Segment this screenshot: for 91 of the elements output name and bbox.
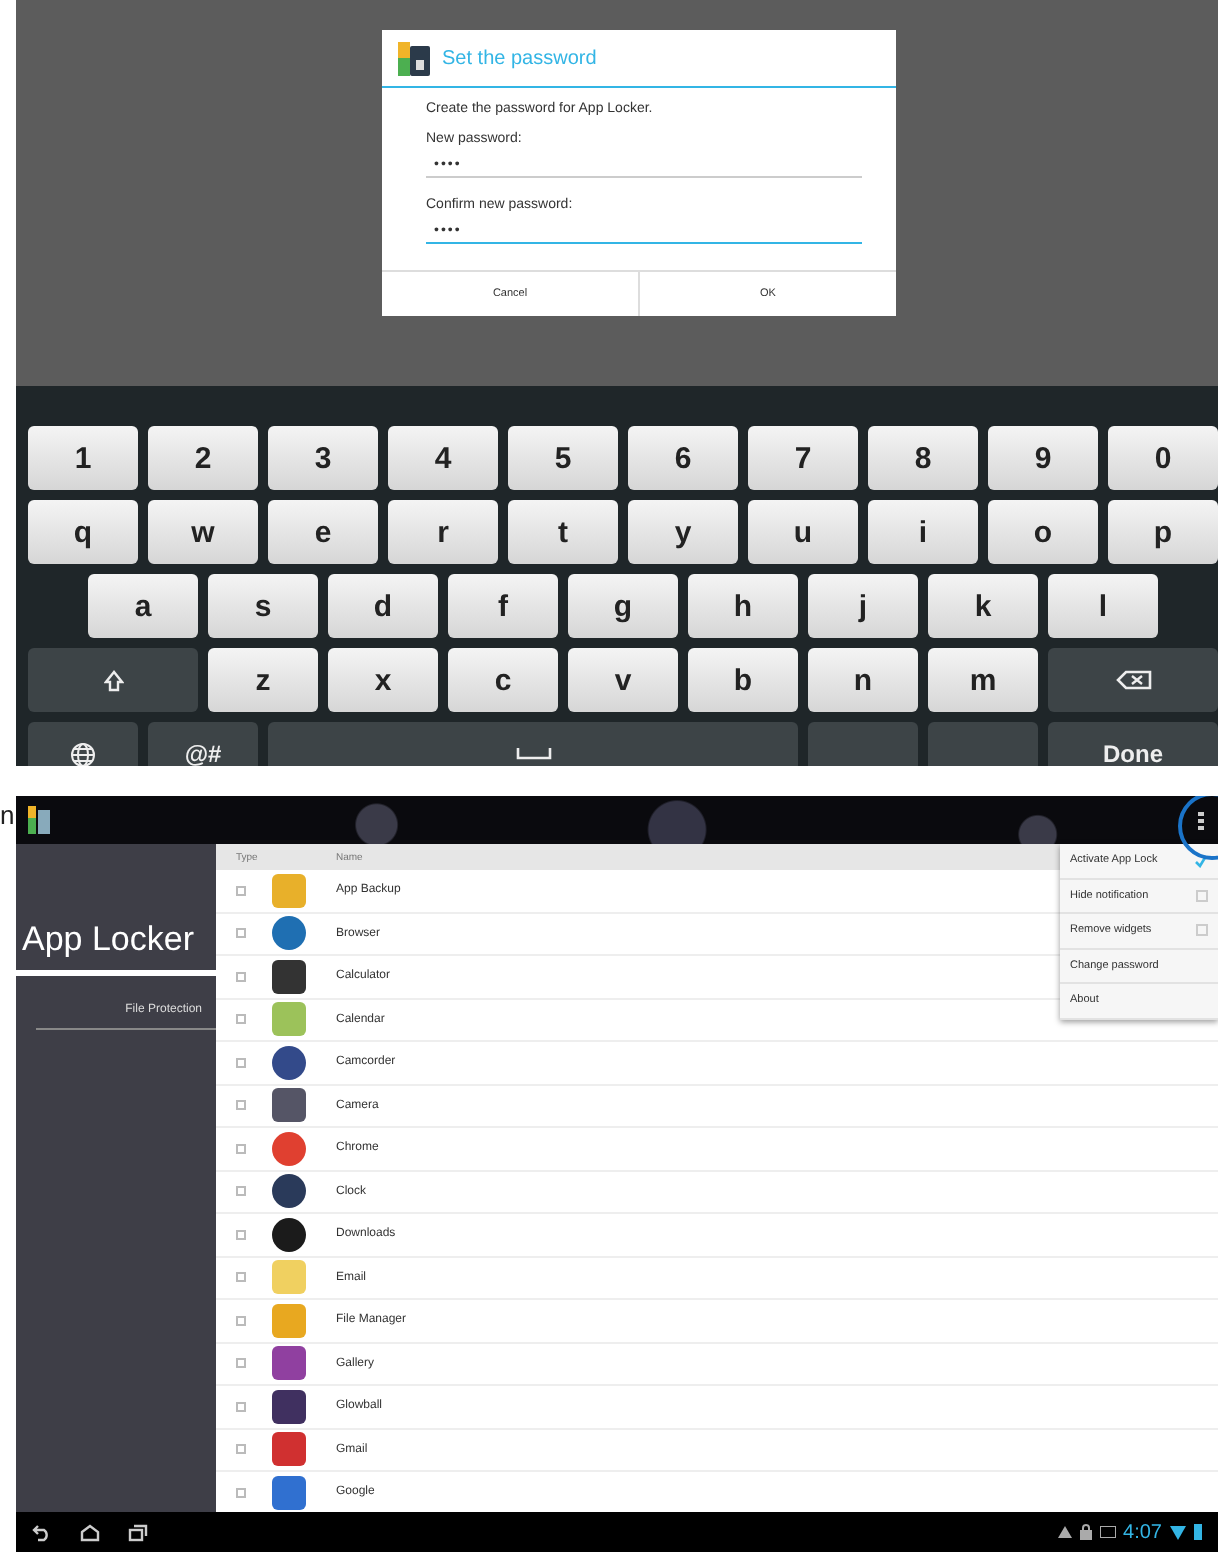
checkbox[interactable] bbox=[1196, 924, 1208, 937]
battery-icon bbox=[1194, 1524, 1202, 1540]
key[interactable]: d bbox=[328, 574, 438, 638]
image-icon bbox=[1099, 1526, 1116, 1538]
checkbox[interactable] bbox=[1196, 889, 1208, 902]
app-icon bbox=[272, 1131, 306, 1166]
wifi-icon bbox=[1170, 1525, 1186, 1539]
key[interactable]: t bbox=[508, 500, 618, 564]
app-title: App Locker bbox=[16, 920, 216, 976]
app-icon bbox=[272, 1088, 306, 1123]
key[interactable]: k bbox=[928, 574, 1038, 638]
key[interactable]: h bbox=[688, 574, 798, 638]
key[interactable]: 8 bbox=[868, 426, 978, 490]
app-icon bbox=[272, 1045, 306, 1080]
key[interactable]: 0 bbox=[1108, 426, 1218, 490]
key[interactable]: g bbox=[568, 574, 678, 638]
checkbox[interactable] bbox=[236, 1229, 246, 1240]
key[interactable]: b bbox=[688, 648, 798, 712]
key[interactable]: l bbox=[1048, 574, 1158, 638]
app-icon bbox=[272, 959, 306, 994]
key[interactable]: x bbox=[328, 648, 438, 712]
back-icon[interactable] bbox=[32, 1523, 52, 1541]
warning-icon bbox=[1057, 1526, 1072, 1538]
key[interactable]: 2 bbox=[148, 426, 258, 490]
app-icon bbox=[272, 916, 306, 951]
key[interactable]: p bbox=[1108, 500, 1218, 564]
globe-icon bbox=[70, 741, 96, 766]
symbols-key[interactable]: @# bbox=[148, 722, 258, 766]
checkbox[interactable] bbox=[236, 1401, 246, 1412]
key[interactable]: 4 bbox=[388, 426, 498, 490]
key[interactable]: 7 bbox=[748, 426, 858, 490]
key[interactable]: q bbox=[28, 500, 138, 564]
key[interactable]: n bbox=[808, 648, 918, 712]
app-icon bbox=[272, 1217, 306, 1252]
checkbox[interactable] bbox=[236, 1014, 246, 1025]
key[interactable]: 3 bbox=[268, 426, 378, 490]
key[interactable]: y bbox=[628, 500, 738, 564]
key[interactable]: 9 bbox=[988, 426, 1098, 490]
checkbox[interactable] bbox=[236, 1358, 246, 1369]
checkbox[interactable] bbox=[236, 1057, 246, 1068]
backspace-key[interactable] bbox=[1048, 648, 1218, 712]
checkbox[interactable] bbox=[236, 1100, 246, 1111]
key[interactable]: e bbox=[268, 500, 378, 564]
backspace-icon bbox=[1115, 670, 1151, 690]
key[interactable]: v bbox=[568, 648, 678, 712]
key[interactable]: u bbox=[748, 500, 858, 564]
checkbox[interactable] bbox=[236, 1143, 246, 1154]
key[interactable]: c bbox=[448, 648, 558, 712]
key[interactable]: f bbox=[448, 574, 558, 638]
app-icon bbox=[272, 1174, 306, 1209]
clock-time: 4:07 bbox=[1123, 1521, 1162, 1543]
app-icon bbox=[272, 1346, 306, 1381]
app-icon bbox=[272, 1260, 306, 1295]
checkbox[interactable] bbox=[236, 971, 246, 982]
app-icon bbox=[272, 1475, 306, 1510]
key[interactable]: i bbox=[868, 500, 978, 564]
app-icon bbox=[272, 1432, 306, 1467]
lock-icon bbox=[1079, 1524, 1092, 1540]
key[interactable]: j bbox=[808, 574, 918, 638]
shift-key[interactable] bbox=[28, 648, 198, 712]
app-icon bbox=[272, 873, 306, 908]
key[interactable]: o bbox=[988, 500, 1098, 564]
checkbox[interactable] bbox=[236, 1487, 246, 1498]
checkmark-icon[interactable] bbox=[1194, 853, 1208, 868]
key[interactable]: 5 bbox=[508, 426, 618, 490]
checkbox[interactable] bbox=[236, 885, 246, 896]
done-key[interactable]: Done bbox=[1048, 722, 1218, 766]
checkbox[interactable] bbox=[236, 1272, 246, 1283]
checkbox[interactable] bbox=[236, 1186, 246, 1197]
dialog-title: Set the password bbox=[442, 48, 597, 70]
key[interactable]: 6 bbox=[628, 426, 738, 490]
key[interactable]: w bbox=[148, 500, 258, 564]
checkbox[interactable] bbox=[236, 1444, 246, 1455]
key[interactable]: z bbox=[208, 648, 318, 712]
key[interactable]: a bbox=[88, 574, 198, 638]
overflow-menu-icon[interactable] bbox=[1196, 811, 1206, 829]
key[interactable]: s bbox=[208, 574, 318, 638]
app-icon bbox=[272, 1303, 306, 1338]
app-icon bbox=[28, 806, 50, 834]
home-icon[interactable] bbox=[80, 1523, 100, 1541]
key[interactable]: r bbox=[388, 500, 498, 564]
key[interactable]: 1 bbox=[28, 426, 138, 490]
key[interactable]: m bbox=[928, 648, 1038, 712]
shift-icon bbox=[103, 669, 123, 691]
lock-app-icon bbox=[398, 42, 430, 76]
app-icon bbox=[272, 1389, 306, 1424]
space-icon bbox=[515, 748, 551, 760]
app-icon bbox=[272, 1002, 306, 1037]
recent-apps-icon[interactable] bbox=[128, 1523, 148, 1541]
checkbox[interactable] bbox=[236, 1315, 246, 1326]
checkbox[interactable] bbox=[236, 928, 246, 939]
